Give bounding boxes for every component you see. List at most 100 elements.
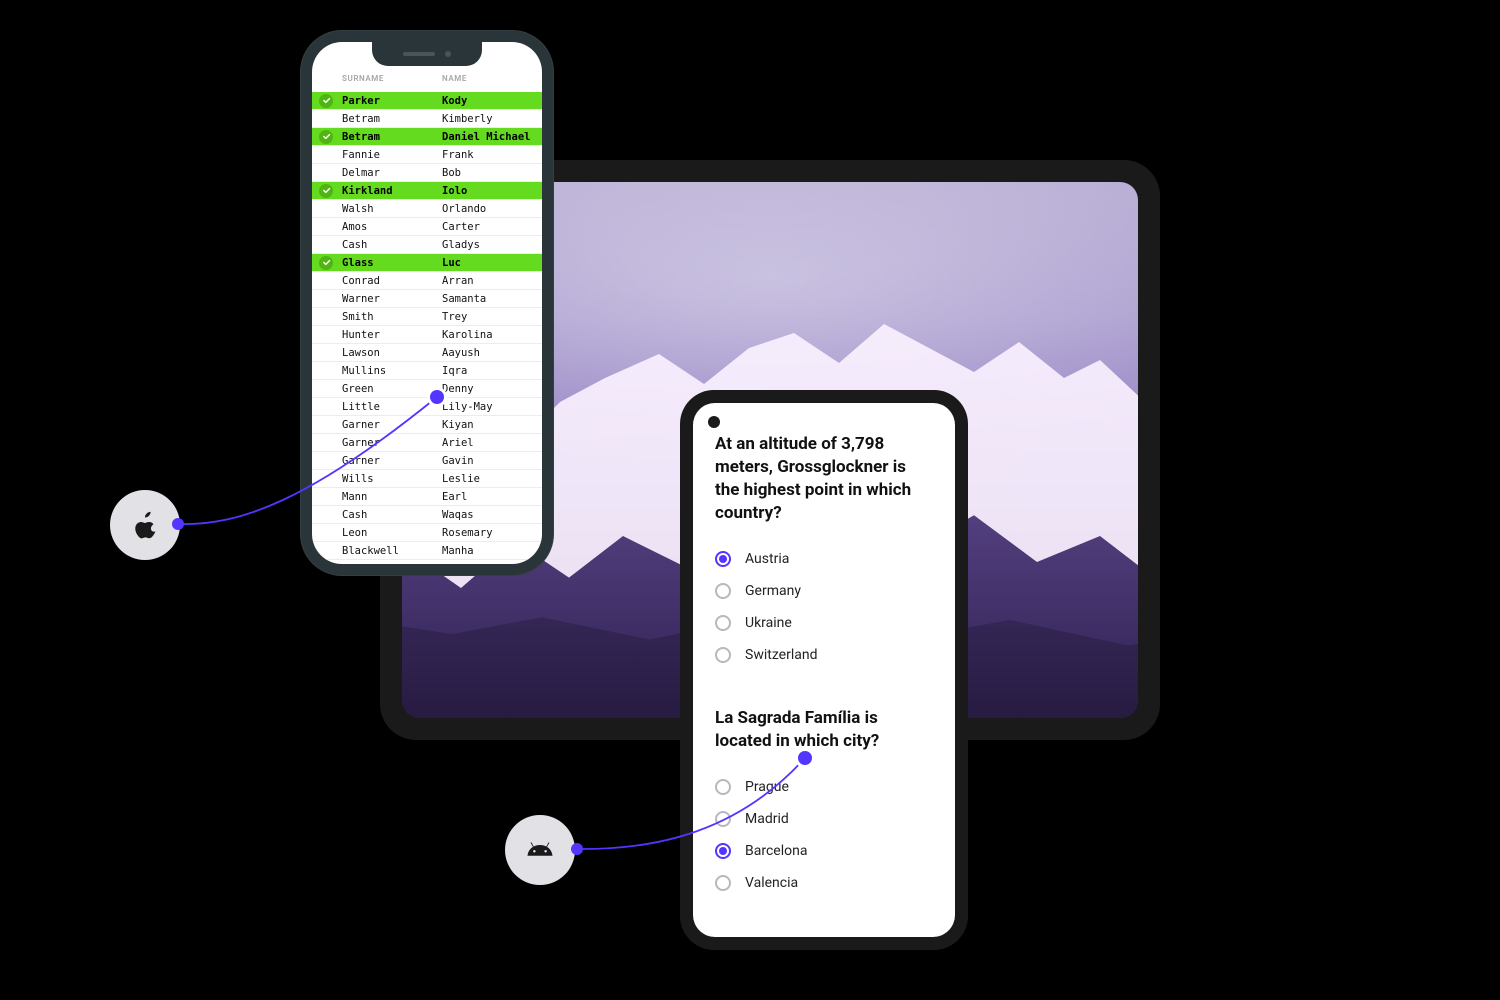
- cell-surname: Cash: [340, 239, 442, 251]
- table-row[interactable]: GarnerKiyan: [312, 416, 542, 434]
- cell-surname: Little: [340, 401, 442, 413]
- android-camera: [708, 416, 720, 428]
- radio-option[interactable]: Prague: [715, 771, 933, 803]
- iphone-notch: [372, 42, 482, 66]
- check-icon: [319, 130, 333, 144]
- table-row[interactable]: DelmarBob: [312, 164, 542, 182]
- apple-badge: [110, 490, 180, 560]
- table-row[interactable]: WillsLeslie: [312, 470, 542, 488]
- cell-surname: Fannie: [340, 149, 442, 161]
- table-row[interactable]: BetramDaniel Michael: [312, 128, 542, 146]
- table-row[interactable]: LeonRosemary: [312, 524, 542, 542]
- radio-option[interactable]: Barcelona: [715, 835, 933, 867]
- android-icon: [525, 835, 555, 865]
- table-row[interactable]: WalshOrlando: [312, 200, 542, 218]
- cell-name: Manha: [442, 545, 542, 557]
- cell-surname: Mullins: [340, 365, 442, 377]
- cell-name: Karolina: [442, 329, 542, 341]
- table-row[interactable]: FannieFrank: [312, 146, 542, 164]
- cell-name: Samanta: [442, 293, 542, 305]
- table-row[interactable]: MannEarl: [312, 488, 542, 506]
- cell-surname: Mann: [340, 491, 442, 503]
- table-row[interactable]: WarnerSamanta: [312, 290, 542, 308]
- radio-label: Germany: [745, 583, 801, 599]
- cell-surname: Smith: [340, 311, 442, 323]
- table-row[interactable]: SmithTrey: [312, 308, 542, 326]
- table-row[interactable]: CashWaqas: [312, 506, 542, 524]
- cell-surname: Wills: [340, 473, 442, 485]
- radio-label: Austria: [745, 551, 789, 567]
- table-row[interactable]: KirklandIolo: [312, 182, 542, 200]
- cell-name: Frank: [442, 149, 542, 161]
- check-icon: [319, 94, 333, 108]
- table-row[interactable]: GarnerGavin: [312, 452, 542, 470]
- radio-option[interactable]: Germany: [715, 575, 933, 607]
- cell-name: Luc: [442, 257, 542, 269]
- radio-option[interactable]: Valencia: [715, 867, 933, 899]
- cell-name: Trey: [442, 311, 542, 323]
- table-row[interactable]: LawsonAayush: [312, 344, 542, 362]
- cell-name: Kody: [442, 95, 542, 107]
- android-device: At an altitude of 3,798 meters, Grossglo…: [680, 390, 968, 950]
- radio-label: Ukraine: [745, 615, 792, 631]
- cell-surname: Betram: [340, 113, 442, 125]
- table-row[interactable]: HunterKarolina: [312, 326, 542, 344]
- table-row[interactable]: BetramKimberly: [312, 110, 542, 128]
- apple-icon: [130, 510, 160, 540]
- contacts-table[interactable]: SURNAME NAME ParkerKodyBetramKimberlyBet…: [312, 74, 542, 564]
- table-row[interactable]: BooneNafisa: [312, 560, 542, 564]
- cell-surname: Kirkland: [340, 185, 442, 197]
- connector-dot: [430, 390, 444, 404]
- radio-icon: [715, 843, 731, 859]
- radio-option[interactable]: Ukraine: [715, 607, 933, 639]
- cell-name: Bob: [442, 167, 542, 179]
- cell-surname: Glass: [340, 257, 442, 269]
- table-row[interactable]: BlackwellManha: [312, 542, 542, 560]
- radio-icon: [715, 875, 731, 891]
- cell-surname: Green: [340, 383, 442, 395]
- radio-icon: [715, 615, 731, 631]
- check-icon: [319, 256, 333, 270]
- cell-surname: Garner: [340, 455, 442, 467]
- cell-name: Daniel Michael: [442, 131, 542, 143]
- cell-name: Kimberly: [442, 113, 542, 125]
- cell-name: Lily-May: [442, 401, 542, 413]
- table-row[interactable]: LittleLily-May: [312, 398, 542, 416]
- cell-name: Iolo: [442, 185, 542, 197]
- cell-name: Waqas: [442, 509, 542, 521]
- radio-option[interactable]: Austria: [715, 543, 933, 575]
- cell-surname: Blackwell: [340, 545, 442, 557]
- cell-name: Earl: [442, 491, 542, 503]
- cell-surname: Amos: [340, 221, 442, 233]
- table-row[interactable]: GreenDenny: [312, 380, 542, 398]
- radio-icon: [715, 647, 731, 663]
- cell-surname: Walsh: [340, 203, 442, 215]
- radio-option[interactable]: Switzerland: [715, 639, 933, 671]
- cell-name: Carter: [442, 221, 542, 233]
- cell-name: Kiyan: [442, 419, 542, 431]
- cell-name: Nafisa: [442, 563, 542, 565]
- radio-label: Prague: [745, 779, 789, 795]
- cell-surname: Boone: [340, 563, 442, 565]
- connector-dot: [172, 518, 184, 530]
- cell-name: Denny: [442, 383, 542, 395]
- table-row[interactable]: GlassLuc: [312, 254, 542, 272]
- cell-surname: Garner: [340, 437, 442, 449]
- table-row[interactable]: ConradArran: [312, 272, 542, 290]
- table-row[interactable]: CashGladys: [312, 236, 542, 254]
- android-screen: At an altitude of 3,798 meters, Grossglo…: [693, 403, 955, 937]
- table-row[interactable]: MullinsIqra: [312, 362, 542, 380]
- notch-speaker: [403, 52, 435, 56]
- notch-camera: [445, 51, 451, 57]
- radio-option[interactable]: Madrid: [715, 803, 933, 835]
- radio-icon: [715, 551, 731, 567]
- header-surname: SURNAME: [340, 74, 442, 92]
- table-row[interactable]: AmosCarter: [312, 218, 542, 236]
- radio-label: Valencia: [745, 875, 798, 891]
- table-row[interactable]: GarnerAriel: [312, 434, 542, 452]
- cell-name: Rosemary: [442, 527, 542, 539]
- table-row[interactable]: ParkerKody: [312, 92, 542, 110]
- question-text: La Sagrada Família is located in which c…: [715, 707, 933, 753]
- radio-label: Madrid: [745, 811, 789, 827]
- cell-surname: Hunter: [340, 329, 442, 341]
